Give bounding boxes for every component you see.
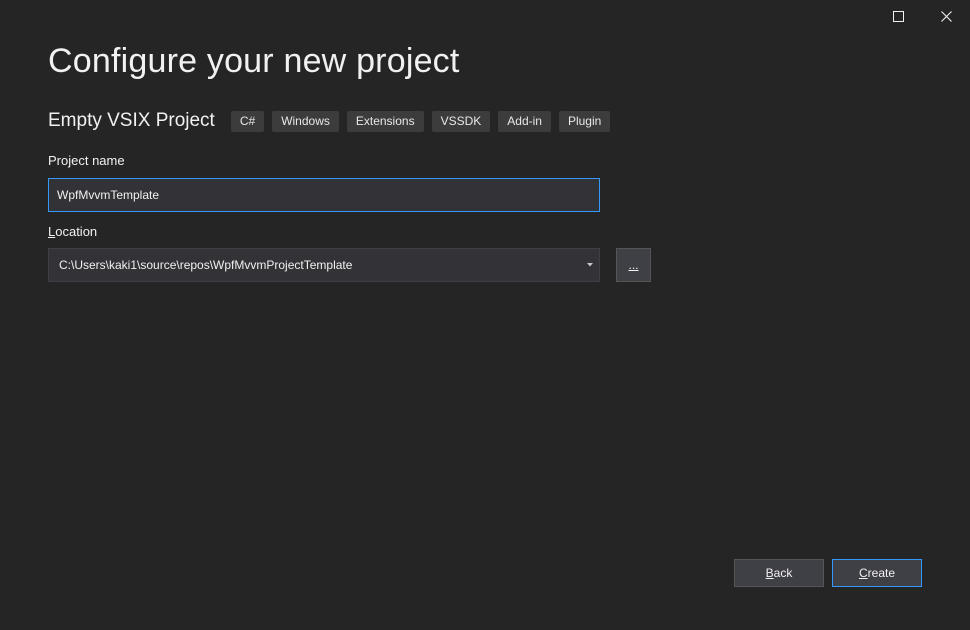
- back-label-rest: ack: [773, 566, 793, 580]
- template-name: Empty VSIX Project: [48, 110, 215, 131]
- location-label-rest: ocation: [55, 224, 98, 239]
- location-value: C:\Users\kaki1\source\repos\WpfMvvmProje…: [59, 258, 353, 272]
- chevron-down-icon[interactable]: [583, 248, 597, 282]
- location-combobox[interactable]: C:\Users\kaki1\source\repos\WpfMvvmProje…: [48, 248, 600, 282]
- create-button[interactable]: Create: [832, 559, 922, 587]
- maximize-icon: [892, 10, 904, 22]
- template-info: Empty VSIX Project C# Windows Extensions…: [48, 108, 618, 134]
- close-button[interactable]: [922, 0, 970, 32]
- tag-extensions: Extensions: [346, 110, 424, 132]
- page-title: Configure your new project: [48, 42, 460, 80]
- project-name-input[interactable]: [48, 178, 600, 212]
- create-label-mnemonic: C: [858, 566, 868, 580]
- tag-windows: Windows: [272, 110, 339, 132]
- tag-csharp: C#: [230, 110, 265, 132]
- back-label-mnemonic: B: [765, 566, 774, 580]
- browse-button[interactable]: ...: [616, 248, 651, 282]
- close-icon: [940, 10, 952, 22]
- create-label-rest: reate: [867, 566, 896, 580]
- tag-add-in: Add-in: [498, 110, 551, 132]
- location-label: Location: [48, 224, 97, 239]
- back-button[interactable]: Back: [734, 559, 824, 587]
- project-name-label: Project name: [48, 153, 125, 168]
- tag-vssdk: VSSDK: [431, 110, 491, 132]
- window-controls: [874, 0, 970, 32]
- maximize-button[interactable]: [874, 0, 922, 32]
- tag-plugin: Plugin: [558, 110, 611, 132]
